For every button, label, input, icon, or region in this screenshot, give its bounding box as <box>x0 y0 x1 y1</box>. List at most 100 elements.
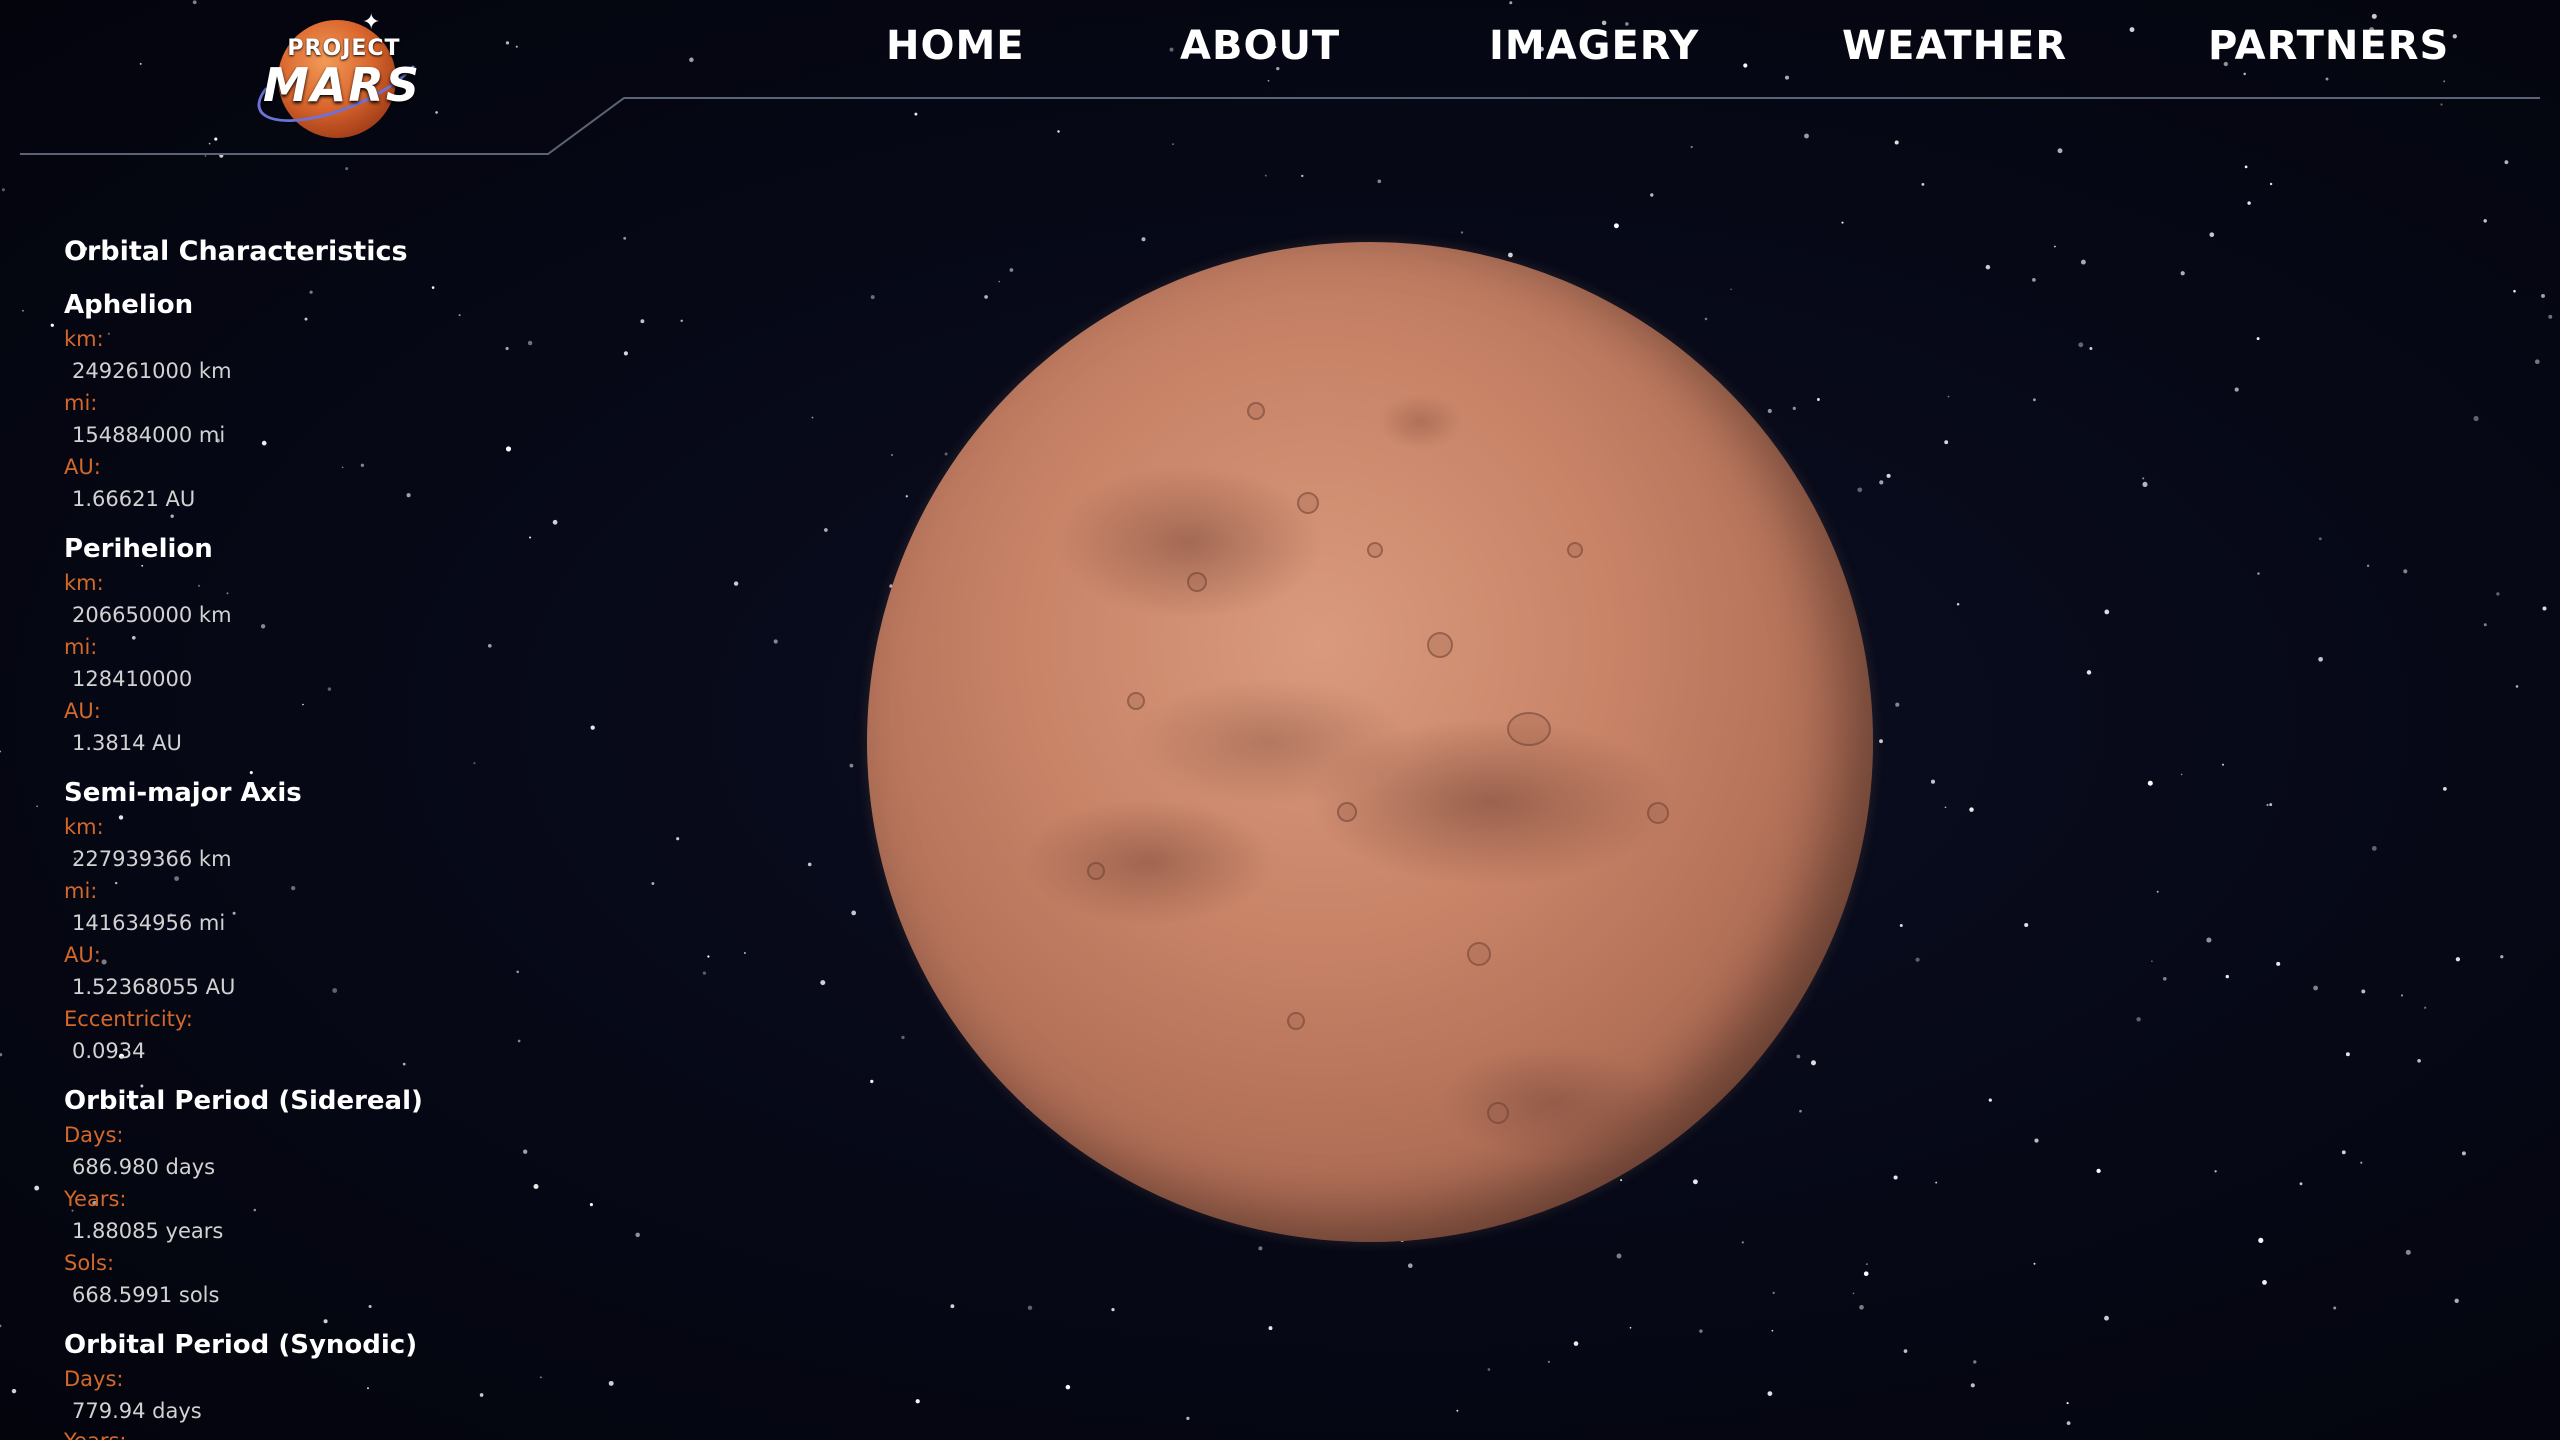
star <box>2542 606 2547 611</box>
star <box>2147 780 2153 786</box>
star <box>2361 989 2366 994</box>
star <box>2345 1052 2350 1057</box>
star <box>22 309 24 312</box>
star <box>623 236 627 240</box>
star <box>2104 609 2110 615</box>
star <box>1988 1098 1992 1102</box>
star <box>2209 232 2215 238</box>
crater <box>1187 572 1207 592</box>
semi-major-axis-heading: Semi-major Axis <box>64 778 302 808</box>
sidereal-sols-label: Sols: <box>64 1251 115 1275</box>
crater <box>1297 492 1319 514</box>
star <box>702 971 707 975</box>
star <box>2234 387 2239 392</box>
star <box>517 1039 521 1043</box>
star <box>1863 1271 1869 1277</box>
star <box>552 519 558 525</box>
star <box>1930 779 1936 784</box>
star <box>901 1035 905 1040</box>
star <box>2066 1402 2069 1405</box>
star <box>2299 1182 2303 1186</box>
star <box>527 340 533 346</box>
star <box>2371 846 2377 851</box>
star <box>1730 288 1732 291</box>
star <box>2080 259 2086 265</box>
star <box>824 528 828 532</box>
star <box>2214 1170 2217 1173</box>
star <box>2276 961 2281 966</box>
star <box>2142 477 2145 480</box>
nav-partners[interactable]: PARTNERS <box>2208 18 2449 74</box>
star <box>34 1185 40 1191</box>
star <box>944 452 948 456</box>
star <box>2156 890 2159 893</box>
star <box>2483 219 2487 223</box>
perihelion-heading: Perihelion <box>64 534 213 564</box>
nav-imagery[interactable]: IMAGERY <box>1489 18 1699 74</box>
star <box>2034 1138 2039 1143</box>
eccentricity-value: 0.0934 <box>72 1039 146 1063</box>
star <box>2341 1150 2346 1155</box>
star <box>1886 473 1891 478</box>
nav-about[interactable]: ABOUT <box>1180 18 1340 74</box>
star <box>2500 955 2504 959</box>
orbital-characteristics-panel: Orbital Characteristics Aphelion km: 249… <box>64 0 484 1440</box>
star <box>608 1380 614 1386</box>
page-stage: ✦ PROJECT MARS HOME ABOUT IMAGERY WEATHE… <box>0 0 2560 1440</box>
star <box>870 1079 874 1084</box>
star <box>635 1232 640 1238</box>
star <box>1895 702 1900 707</box>
star <box>516 970 519 974</box>
star <box>2360 1161 2363 1164</box>
crater <box>1337 802 1357 822</box>
star <box>2443 787 2447 791</box>
synodic-period-heading: Orbital Period (Synodic) <box>64 1330 418 1360</box>
star <box>2366 564 2370 567</box>
star <box>984 295 988 299</box>
star <box>1956 602 1960 606</box>
star <box>680 319 683 322</box>
star <box>1859 1304 1864 1310</box>
star <box>50 323 54 327</box>
star <box>2258 1237 2264 1243</box>
star <box>2513 289 2516 293</box>
star <box>2496 592 2500 596</box>
crater <box>1127 692 1145 710</box>
star <box>1767 408 1772 414</box>
star <box>950 1304 955 1309</box>
aphelion-km-value: 249261000 km <box>72 359 232 383</box>
star <box>2534 359 2540 365</box>
star <box>2515 685 2519 688</box>
star <box>773 639 778 644</box>
mars-planet-image[interactable] <box>867 242 1873 1242</box>
star <box>1947 395 1950 398</box>
star <box>2424 1006 2427 1009</box>
synodic-days-value: 779.94 days <box>72 1399 202 1423</box>
star <box>998 280 1001 283</box>
sidereal-sols-value: 668.5991 sols <box>72 1283 220 1307</box>
star <box>1985 264 1991 270</box>
star <box>640 319 645 324</box>
aphelion-mi-label: mi: <box>64 391 98 415</box>
star <box>2032 398 2036 402</box>
star <box>1899 924 1903 927</box>
star <box>1141 237 1146 242</box>
star <box>1879 739 1883 744</box>
crater <box>1247 402 1265 420</box>
star <box>1264 174 1267 177</box>
star <box>1772 1291 1775 1295</box>
semi-major-au-label: AU: <box>64 943 101 967</box>
star <box>2313 985 2319 991</box>
star <box>1741 1241 1744 1244</box>
star <box>2318 537 2322 541</box>
crater <box>1507 712 1551 746</box>
perihelion-km-label: km: <box>64 571 104 595</box>
star <box>539 1376 542 1379</box>
star <box>2032 278 2036 282</box>
star <box>2180 773 2183 776</box>
star <box>2162 976 2167 981</box>
nav-weather[interactable]: WEATHER <box>1842 18 2067 74</box>
star <box>1377 179 1382 184</box>
nav-home[interactable]: HOME <box>886 18 1025 74</box>
star <box>851 910 857 916</box>
